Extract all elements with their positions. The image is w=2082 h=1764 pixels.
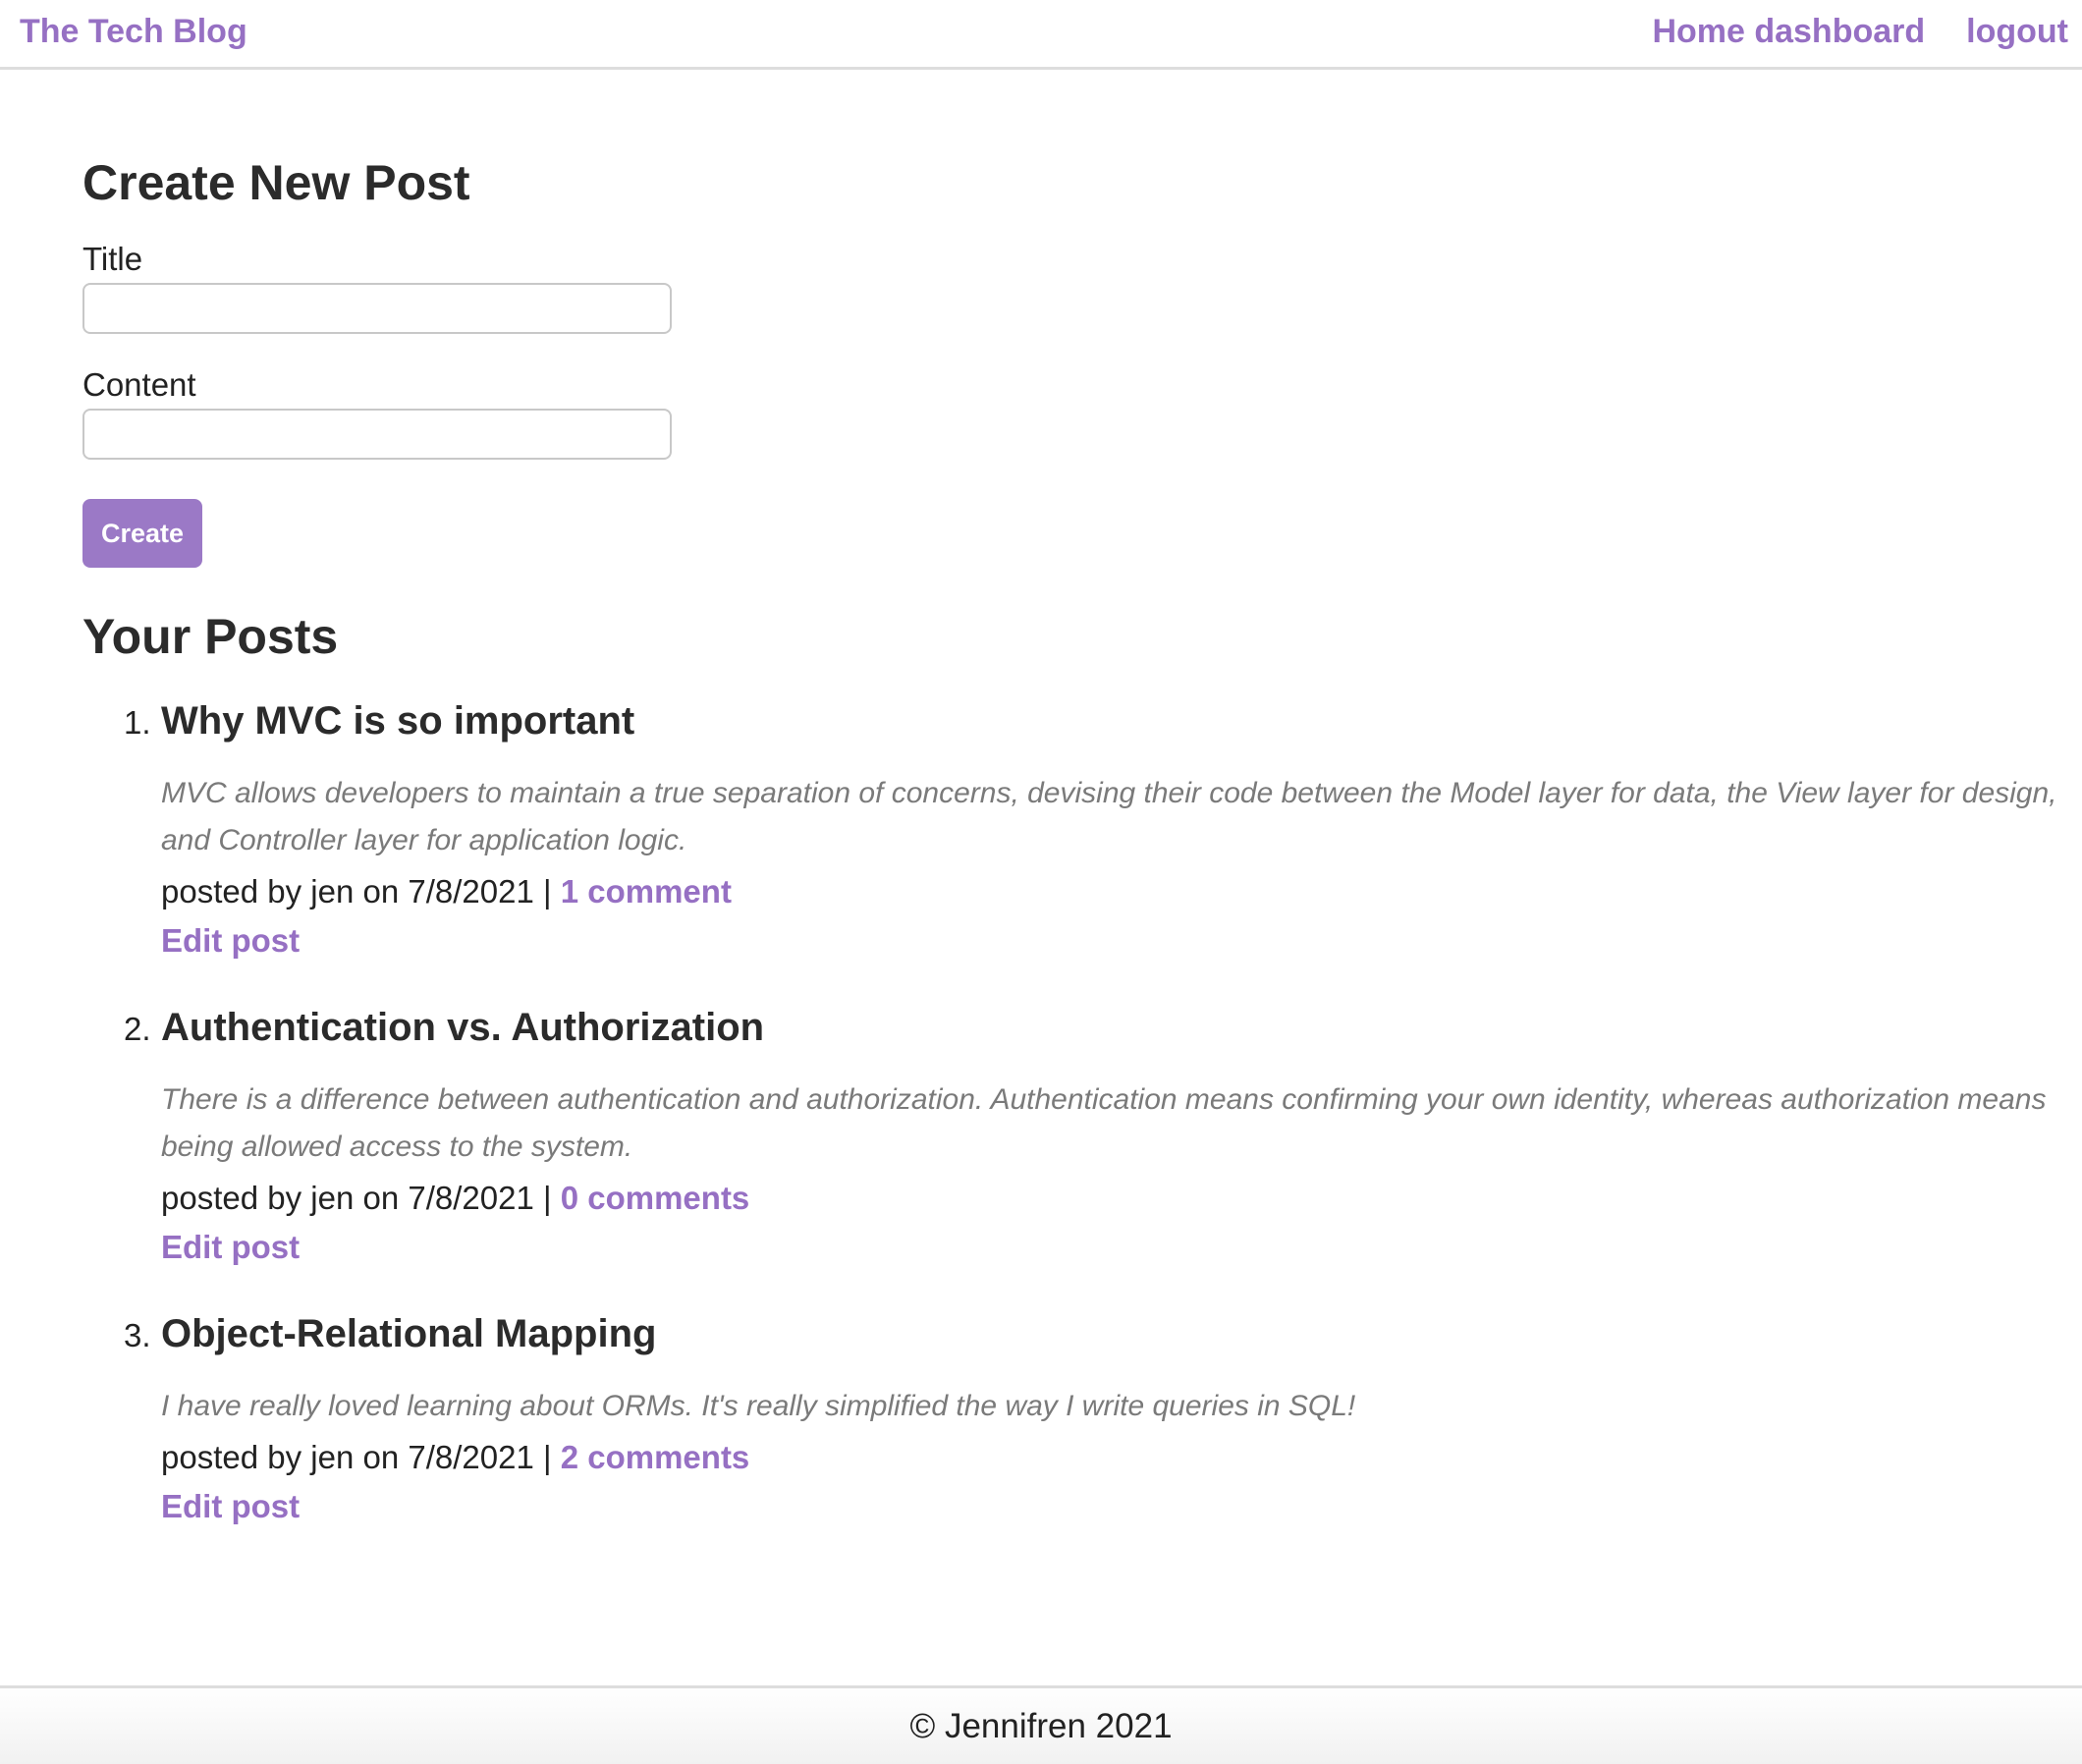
post-body: There is a difference between authentica… <box>161 1083 2047 1163</box>
post-byline: posted by jen on 7/8/2021 | <box>161 1439 561 1475</box>
post-body: MVC allows developers to maintain a true… <box>161 777 2057 856</box>
title-input[interactable] <box>82 283 672 334</box>
post-title: Why MVC is so important <box>161 699 635 743</box>
post-body: I have really loved learning about ORMs.… <box>161 1390 1356 1422</box>
post-comments-link[interactable]: 2 comments <box>561 1439 750 1475</box>
post-meta: posted by jen on 7/8/2021 | 2 comments <box>161 1434 749 1481</box>
post-number: 1. <box>124 704 151 741</box>
page-footer: © Jennifren 2021 <box>0 1685 2082 1764</box>
post-number: 3. <box>124 1317 151 1353</box>
brand-link[interactable]: The Tech Blog <box>20 8 247 55</box>
top-nav-bar: The Tech Blog Home dashboard logout <box>0 0 2082 70</box>
post-number: 2. <box>124 1011 151 1047</box>
post-comments-link[interactable]: 0 comments <box>561 1180 750 1216</box>
post-title: Authentication vs. Authorization <box>161 1006 765 1049</box>
post-meta: posted by jen on 7/8/2021 | 0 comments <box>161 1175 749 1222</box>
post-byline: posted by jen on 7/8/2021 | <box>161 1180 561 1216</box>
create-post-button[interactable]: Create <box>82 499 202 568</box>
post-meta: posted by jen on 7/8/2021 | 1 comment <box>161 868 732 915</box>
edit-post-link[interactable]: Edit post <box>161 1483 300 1530</box>
content-label: Content <box>82 366 196 403</box>
content-input[interactable] <box>82 409 672 460</box>
nav-logout-link[interactable]: logout <box>1966 8 2068 55</box>
post-byline: posted by jen on 7/8/2021 | <box>161 873 561 910</box>
nav-home-dashboard-link[interactable]: Home dashboard <box>1652 8 1925 55</box>
edit-post-link[interactable]: Edit post <box>161 1224 300 1271</box>
post-title: Object-Relational Mapping <box>161 1312 657 1355</box>
main-nav: Home dashboard logout <box>1652 8 2068 55</box>
post-comments-link[interactable]: 1 comment <box>561 873 732 910</box>
your-posts-heading: Your Posts <box>82 609 339 664</box>
edit-post-link[interactable]: Edit post <box>161 917 300 965</box>
title-label: Title <box>82 241 143 277</box>
footer-copyright: © Jennifren 2021 <box>909 1707 1173 1745</box>
create-post-heading: Create New Post <box>82 155 470 210</box>
